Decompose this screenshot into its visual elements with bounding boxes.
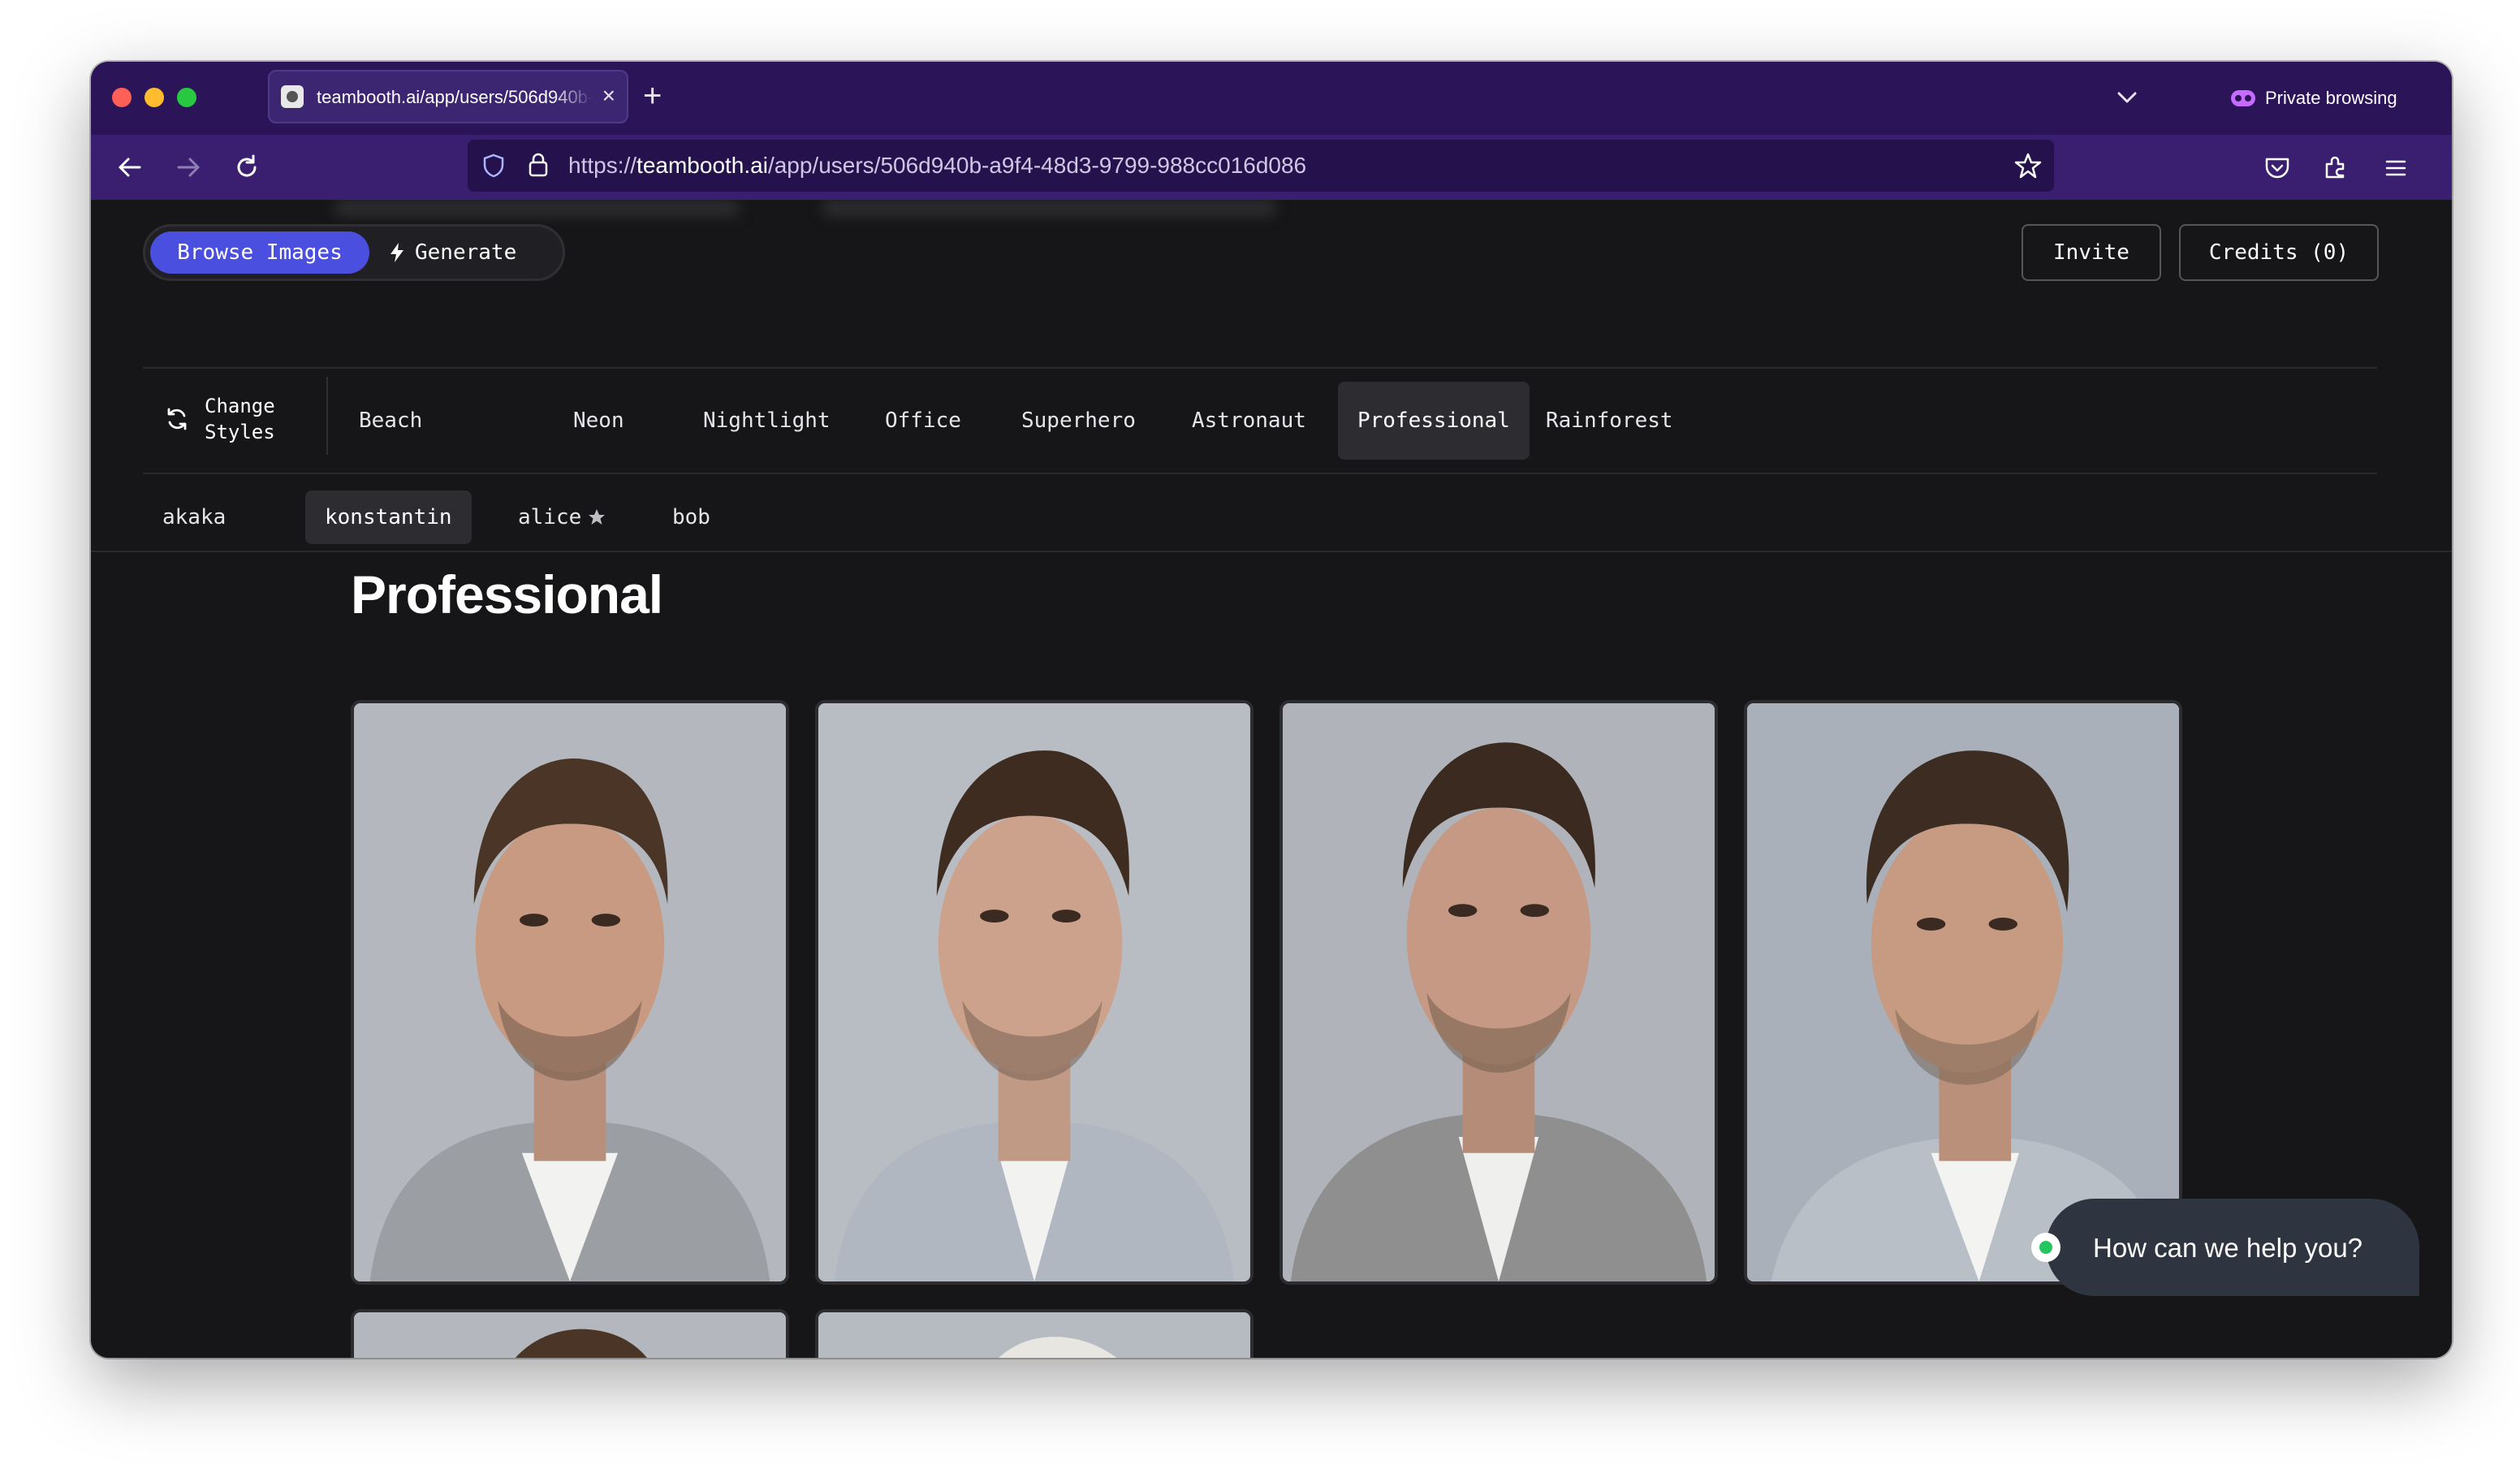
- back-arrow-icon[interactable]: [114, 151, 146, 184]
- style-tab-astronaut[interactable]: Astronaut: [1172, 382, 1326, 460]
- reload-icon[interactable]: [231, 151, 263, 184]
- star-icon: [589, 509, 606, 525]
- divider: [91, 551, 2452, 552]
- user-tab-bob[interactable]: bob: [653, 490, 730, 544]
- divider: [143, 473, 2377, 474]
- users-nav: akaka konstantin alice bob: [143, 490, 792, 547]
- style-tab-professional[interactable]: Professional: [1338, 382, 1530, 460]
- close-window-button[interactable]: [112, 88, 132, 107]
- portrait-photo: [354, 1312, 786, 1358]
- tab-bar: teambooth.ai/app/users/506d940b-a9f4-48d…: [91, 62, 2452, 135]
- portrait-image[interactable]: [1279, 700, 1718, 1285]
- new-tab-button[interactable]: +: [643, 76, 662, 115]
- navigation-bar: https://teambooth.ai/app/users/506d940b-…: [91, 135, 2452, 200]
- favicon-icon: [281, 85, 304, 108]
- support-chat-button[interactable]: How can we help you?: [2031, 1199, 2419, 1296]
- url-bar[interactable]: https://teambooth.ai/app/users/506d940b-…: [468, 140, 2054, 192]
- style-tab-office[interactable]: Office: [865, 382, 981, 460]
- portrait-photo: [818, 703, 1250, 1281]
- user-label: bob: [672, 505, 710, 529]
- generate-button[interactable]: Generate: [389, 231, 551, 274]
- browser-tab-active[interactable]: teambooth.ai/app/users/506d940b-a9f4-48d…: [268, 70, 628, 123]
- user-label: akaka: [162, 505, 227, 529]
- portrait-image[interactable]: [351, 1309, 789, 1358]
- forward-arrow-icon[interactable]: [172, 151, 205, 184]
- portrait-photo: [1747, 703, 2179, 1281]
- portrait-image[interactable]: [815, 700, 1254, 1285]
- page-content: Browse Images Generate Invite Credits (0…: [91, 200, 2452, 1358]
- bookmark-star-icon[interactable]: [2013, 151, 2043, 180]
- url-scheme: https://: [568, 153, 637, 178]
- online-status-icon: [2031, 1233, 2060, 1262]
- credits-button[interactable]: Credits (0): [2179, 224, 2379, 281]
- chevron-down-icon[interactable]: [2109, 80, 2145, 115]
- portrait-photo: [1283, 703, 1715, 1281]
- mask-icon: [2231, 90, 2255, 106]
- mode-switch: Browse Images Generate: [143, 224, 565, 281]
- portrait-image[interactable]: [1744, 700, 2182, 1285]
- style-tab-rainforest[interactable]: Rainforest: [1526, 382, 1693, 460]
- style-tab-superhero[interactable]: Superhero: [1002, 382, 1155, 460]
- user-label: konstantin: [325, 505, 452, 529]
- shield-icon[interactable]: [481, 153, 507, 179]
- private-browsing-indicator: Private browsing: [2231, 84, 2397, 112]
- user-tab-akaka[interactable]: akaka: [143, 490, 245, 544]
- pocket-icon[interactable]: [2262, 153, 2293, 184]
- scrolled-content-fade: [822, 200, 1276, 216]
- chat-prompt: How can we help you?: [2093, 1233, 2363, 1263]
- private-browsing-label: Private browsing: [2265, 88, 2397, 108]
- style-tab-beach[interactable]: Beach: [339, 382, 442, 460]
- portrait-image[interactable]: [351, 700, 789, 1285]
- style-tab-neon[interactable]: Neon: [554, 382, 644, 460]
- invite-button[interactable]: Invite: [2022, 224, 2161, 281]
- style-tab-nightlight[interactable]: Nightlight: [684, 382, 850, 460]
- lightning-icon: [391, 243, 403, 262]
- menu-icon[interactable]: [2380, 153, 2411, 184]
- user-label: alice: [518, 505, 582, 529]
- portrait-image[interactable]: [815, 1309, 1254, 1358]
- tab-title: teambooth.ai/app/users/506d940b-a9f4-48d…: [317, 87, 593, 107]
- divider: [326, 377, 328, 455]
- lock-icon[interactable]: [526, 151, 550, 179]
- scrolled-content-fade: [334, 200, 740, 216]
- refresh-icon: [167, 408, 187, 430]
- url-text[interactable]: https://teambooth.ai/app/users/506d940b-…: [568, 153, 1306, 179]
- generate-label: Generate: [415, 240, 517, 265]
- browse-images-button[interactable]: Browse Images: [150, 231, 369, 274]
- user-tab-konstantin[interactable]: konstantin: [305, 490, 472, 544]
- change-styles-label-2: Styles: [205, 421, 275, 443]
- browser-window: teambooth.ai/app/users/506d940b-a9f4-48d…: [91, 62, 2452, 1358]
- user-tab-alice[interactable]: alice: [498, 490, 625, 544]
- portrait-photo: [818, 1312, 1250, 1358]
- url-host: teambooth.ai: [636, 153, 768, 178]
- minimize-window-button[interactable]: [145, 88, 164, 107]
- styles-nav: Change Styles Beach Neon Nightlight Offi…: [143, 369, 2377, 460]
- page-title: Professional: [351, 564, 663, 624]
- url-path: /app/users/506d940b-a9f4-48d3-9799-988cc…: [767, 153, 1307, 178]
- portrait-photo: [354, 703, 786, 1281]
- zoom-window-button[interactable]: [177, 88, 196, 107]
- change-styles-label-1: Change: [205, 395, 275, 417]
- change-styles-button[interactable]: Change Styles: [164, 393, 275, 445]
- close-tab-icon[interactable]: ×: [602, 83, 615, 109]
- extensions-icon[interactable]: [2320, 153, 2351, 184]
